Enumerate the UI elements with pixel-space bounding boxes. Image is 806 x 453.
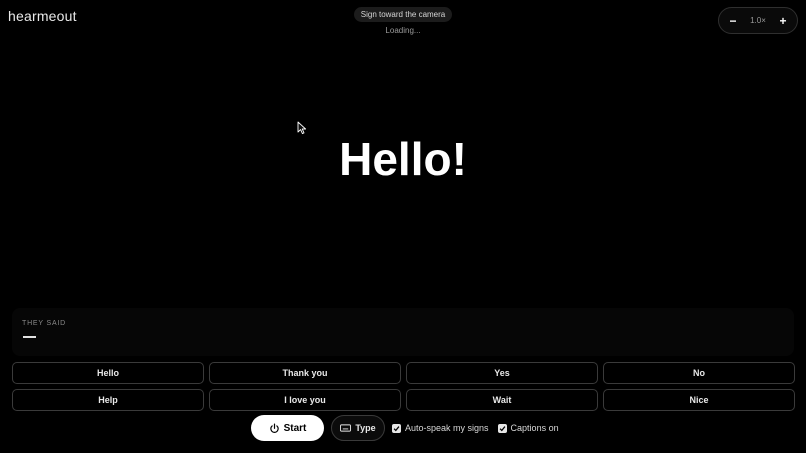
camera-prompt-text: Sign toward the camera bbox=[360, 10, 446, 19]
captions-label: Captions on bbox=[510, 423, 559, 433]
start-button[interactable]: Start bbox=[251, 415, 324, 441]
camera-prompt-pill: Sign toward the camera bbox=[354, 7, 452, 22]
auto-speak-checkbox[interactable] bbox=[392, 423, 401, 433]
bottom-controls: Start Type Auto-speak my signs Captions … bbox=[251, 415, 559, 441]
they-said-label: THEY SAID bbox=[22, 320, 67, 327]
app-root: hearmeout Sign toward the camera Loading… bbox=[0, 0, 806, 453]
phrase-button-yes[interactable]: Yes bbox=[406, 362, 598, 384]
power-icon bbox=[269, 423, 279, 433]
live-caption: Hello! bbox=[339, 133, 467, 185]
captions-toggle[interactable]: Captions on bbox=[497, 423, 559, 433]
phrase-button-i-love-you[interactable]: I love you bbox=[209, 389, 401, 411]
loading-status: Loading... bbox=[385, 26, 421, 35]
phrase-button-nice[interactable]: Nice bbox=[603, 389, 795, 411]
zoom-in-button[interactable]: + bbox=[776, 14, 790, 28]
zoom-level: 1.0× bbox=[750, 16, 766, 25]
they-said-panel: THEY SAID bbox=[12, 308, 794, 356]
they-said-empty-indicator bbox=[23, 336, 36, 338]
phrase-button-no[interactable]: No bbox=[603, 362, 795, 384]
captions-checkbox[interactable] bbox=[497, 423, 507, 433]
auto-speak-toggle[interactable]: Auto-speak my signs bbox=[392, 423, 489, 433]
checkmark-icon bbox=[499, 425, 505, 431]
phrase-button-help[interactable]: Help bbox=[12, 389, 204, 411]
checkmark-icon bbox=[393, 425, 400, 431]
zoom-control: − 1.0× + bbox=[718, 7, 798, 34]
brand-logo: hearmeout bbox=[8, 8, 77, 24]
phrase-button-wait[interactable]: Wait bbox=[406, 389, 598, 411]
type-button[interactable]: Type bbox=[331, 415, 385, 441]
auto-speak-label: Auto-speak my signs bbox=[405, 423, 489, 433]
phrase-button-hello[interactable]: Hello bbox=[12, 362, 204, 384]
type-button-label: Type bbox=[355, 423, 376, 433]
quick-phrases: Hello Thank you Yes No Help I love you W… bbox=[12, 362, 795, 411]
zoom-out-button[interactable]: − bbox=[726, 14, 740, 28]
phrase-button-thank-you[interactable]: Thank you bbox=[209, 362, 401, 384]
start-button-label: Start bbox=[283, 422, 307, 434]
keyboard-icon bbox=[340, 424, 352, 432]
